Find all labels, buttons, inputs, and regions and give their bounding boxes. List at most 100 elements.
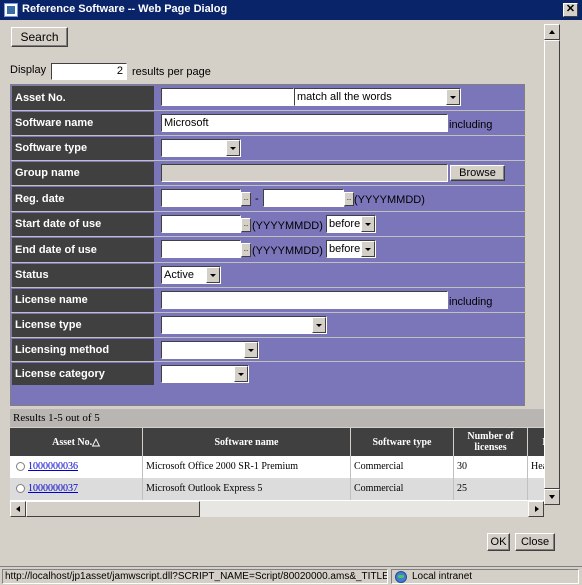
horizontal-scrollbar[interactable] [10,501,544,517]
column-header-software-name[interactable]: Software name [143,428,351,456]
table-row[interactable]: 1000000036 Microsoft Office 2000 SR-1 Pr… [10,456,548,478]
start-date-input[interactable] [161,215,241,233]
asset-no-link[interactable]: 1000000036 [28,461,78,472]
results-header: Asset No.△ Software name Software type N… [10,428,548,456]
chevron-down-icon[interactable] [361,241,375,257]
row-software-name: Software name Microsoft including [11,111,526,136]
display-suffix: results per page [132,66,211,78]
browse-button[interactable]: Browse [450,165,505,181]
display-label: Display [10,64,47,76]
row-license-category: License category [11,362,526,386]
cell-software-type: Commercial [351,456,454,478]
status-bar: http://localhost/jp1asset/jamwscript.dll… [0,566,582,585]
results-table: Asset No.△ Software name Software type N… [10,428,548,504]
row-radio[interactable] [16,462,25,472]
reg-date-format: (YYYYMMDD) [354,194,425,206]
app-icon [4,3,18,17]
dialog-client: Search Display 2 results per page Asset … [3,20,579,580]
label-licensing-method: Licensing method [12,339,154,361]
calendar-icon[interactable]: .. [344,192,354,206]
label-start-date: Start date of use [12,213,154,236]
label-license-category: License category [12,363,154,385]
row-status: Status Active [11,263,526,288]
row-end-date: End date of use .. (YYYYMMDD) before [11,237,526,263]
vertical-scrollbar[interactable] [544,24,560,505]
row-asset-no: Asset No. match all the words [11,85,526,111]
end-date-input[interactable] [161,240,241,258]
license-name-input[interactable] [161,291,448,309]
start-date-condition-select[interactable]: before [326,215,376,233]
software-name-suffix: including [449,119,493,131]
close-button[interactable]: Close [515,533,555,551]
scroll-left-icon[interactable] [10,501,26,517]
column-header-software-type[interactable]: Software type [351,428,454,456]
license-category-select[interactable] [161,365,249,383]
search-button[interactable]: Search [11,27,68,47]
asset-no-link[interactable]: 1000000037 [28,483,78,494]
calendar-icon[interactable]: .. [241,243,251,257]
row-reg-date: Reg. date .. - .. (YYYYMMDD) [11,186,526,212]
license-type-select[interactable] [161,316,327,334]
label-license-name: License name [12,289,154,312]
vertical-scroll-thumb[interactable] [544,40,560,489]
row-radio[interactable] [16,484,25,494]
chevron-down-icon[interactable] [234,366,248,382]
row-license-name: License name including [11,288,526,313]
ok-button[interactable]: OK [487,533,510,551]
cell-asset-no: 1000000037 [10,478,143,500]
chevron-down-icon[interactable] [446,89,460,105]
chevron-down-icon[interactable] [244,342,258,358]
cell-asset-no: 1000000036 [10,456,143,478]
status-select[interactable]: Active [161,266,221,284]
title-bar: Reference Software -- Web Page Dialog ✕ [0,0,582,20]
label-reg-date: Reg. date [12,187,154,211]
status-url: http://localhost/jp1asset/jamwscript.dll… [2,569,388,584]
close-icon[interactable]: ✕ [563,3,578,17]
scroll-up-icon[interactable] [544,24,560,40]
row-group-name: Group name Browse [11,161,526,186]
chevron-down-icon[interactable] [226,140,240,156]
status-zone: Local intranet [391,569,579,584]
reg-date-from-input[interactable] [161,189,241,207]
licensing-method-select[interactable] [161,341,259,359]
cell-software-name: Microsoft Office 2000 SR-1 Premium [143,456,351,478]
chevron-down-icon[interactable] [361,216,375,232]
asset-no-input[interactable] [161,88,294,106]
results-per-page-input[interactable]: 2 [51,63,127,80]
start-date-format: (YYYYMMDD) [252,220,323,232]
intranet-globe-icon [395,571,407,583]
column-header-licenses[interactable]: Number of licenses [454,428,528,456]
group-name-input [161,164,448,182]
row-licensing-method: Licensing method [11,338,526,362]
end-date-format: (YYYYMMDD) [252,245,323,257]
window-title: Reference Software -- Web Page Dialog [22,3,228,15]
chevron-down-icon[interactable] [312,317,326,333]
scroll-down-icon[interactable] [544,489,560,505]
scroll-right-icon[interactable] [528,501,544,517]
label-status: Status [12,264,154,287]
status-zone-label: Local intranet [412,571,473,582]
cell-software-type: Commercial [351,478,454,500]
license-name-suffix: including [449,296,493,308]
calendar-icon[interactable]: .. [241,218,251,232]
software-type-select[interactable] [161,139,241,157]
cell-licenses: 30 [454,456,528,478]
software-name-input[interactable]: Microsoft [161,114,448,132]
cell-licenses: 25 [454,478,528,500]
label-software-name: Software name [12,112,154,135]
chevron-down-icon[interactable] [206,267,220,283]
end-date-condition-select[interactable]: before [326,240,376,258]
table-row[interactable]: 1000000037 Microsoft Outlook Express 5 C… [10,478,548,500]
row-license-type: License type [11,313,526,338]
match-option-select[interactable]: match all the words [294,88,461,106]
column-header-asset-no[interactable]: Asset No.△ [10,428,143,456]
row-software-type: Software type [11,136,526,161]
status-value: Active [164,269,194,281]
row-start-date: Start date of use .. (YYYYMMDD) before [11,212,526,237]
label-end-date: End date of use [12,238,154,262]
calendar-icon[interactable]: .. [241,192,251,206]
label-license-type: License type [12,314,154,337]
reg-date-dash: - [255,193,259,205]
horizontal-scroll-thumb[interactable] [26,501,200,517]
reg-date-to-input[interactable] [263,189,344,207]
